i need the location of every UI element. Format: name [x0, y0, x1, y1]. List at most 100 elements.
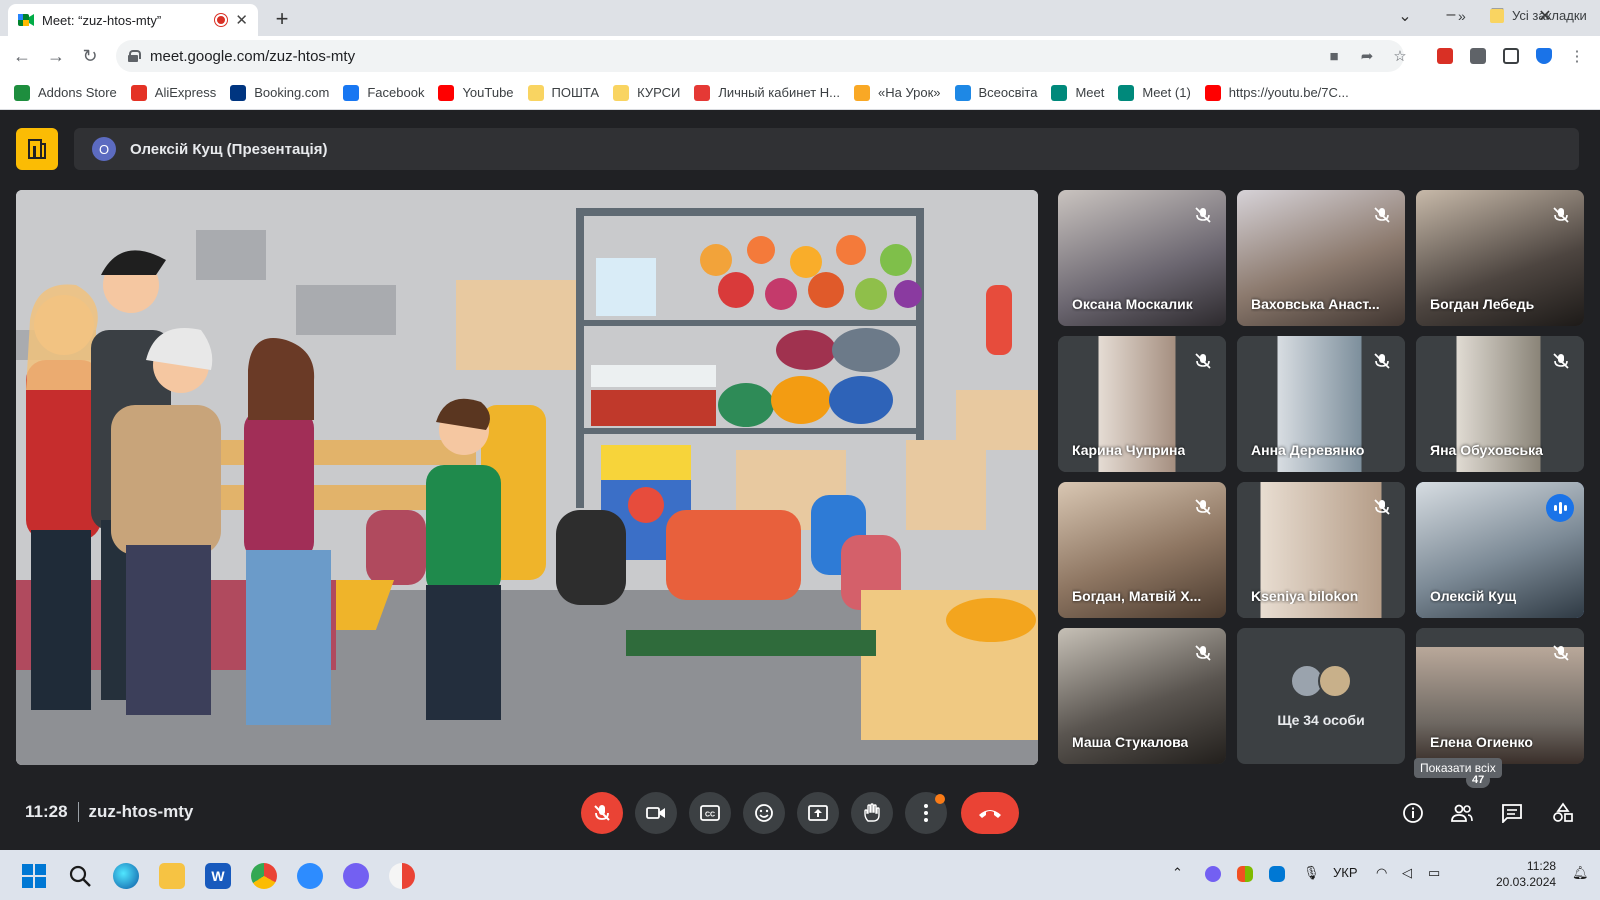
bookmark-item[interactable]: КУРСИ [613, 84, 680, 101]
snowflake-icon [954, 84, 971, 101]
bookmark-item[interactable]: Личный кабинет Н... [694, 84, 840, 101]
participant-name: Богдан, Матвій Х... [1072, 588, 1202, 604]
bell-icon [853, 84, 870, 101]
bookmark-item[interactable]: Facebook [343, 84, 424, 101]
bookmark-item[interactable]: ПОШТА [527, 84, 599, 101]
participant-name: Kseniya bilokon [1251, 588, 1359, 604]
leave-call-button[interactable] [961, 792, 1019, 834]
activities-shapes-icon [1553, 802, 1573, 822]
meeting-info: 11:28 zuz-htos-mty [25, 802, 193, 822]
close-tab-button[interactable]: ✕ [235, 11, 248, 29]
browser-tab-meet[interactable]: Meet: “zuz-htos-mty” ✕ [8, 4, 258, 36]
bookmarks-overflow-button[interactable]: » [1458, 8, 1466, 24]
address-bar[interactable]: meet.google.com/zuz-htos-mty [116, 40, 1404, 72]
edge-browser-icon[interactable] [113, 863, 139, 889]
more-options-button[interactable] [905, 792, 947, 834]
adblock-extension-icon[interactable] [1437, 48, 1453, 64]
forward-icon[interactable]: → [44, 44, 68, 68]
all-bookmarks-button[interactable]: Усі закладки [1490, 8, 1587, 23]
mic-off-icon [1374, 207, 1390, 223]
participant-tile[interactable]: Маша Стукалова [1058, 628, 1226, 764]
mic-off-icon [1195, 645, 1211, 661]
bookmark-item[interactable]: Meet [1051, 84, 1104, 101]
meeting-details-button[interactable] [1394, 794, 1432, 832]
bookmark-star-icon[interactable]: ☆ [1391, 49, 1409, 65]
camera-toggle-button[interactable] [635, 792, 677, 834]
bookmark-label: Личный кабинет Н... [718, 85, 840, 100]
bookmark-item[interactable]: AliExpress [130, 84, 216, 101]
shield-extension-icon[interactable] [1536, 48, 1552, 64]
participant-tile-active-speaker[interactable]: Олексій Кущ [1416, 482, 1584, 618]
new-tab-button[interactable]: + [270, 6, 294, 32]
present-screen-button[interactable] [797, 792, 839, 834]
bookmark-item[interactable]: Meet (1) [1118, 84, 1191, 101]
bookmark-label: https://youtu.be/7C... [1228, 85, 1349, 100]
mic-off-icon [594, 805, 610, 821]
bookmark-item[interactable]: https://youtu.be/7C... [1204, 84, 1349, 101]
tray-overflow-icon[interactable]: ⌃ [1172, 865, 1183, 881]
word-icon[interactable]: W [205, 863, 231, 889]
participant-tile[interactable]: Анна Деревянко [1237, 336, 1405, 472]
activities-button[interactable] [1544, 794, 1582, 832]
search-icon[interactable] [67, 863, 93, 889]
participant-name: Яна Обуховська [1430, 442, 1543, 458]
back-icon[interactable]: ← [10, 44, 34, 68]
wifi-icon[interactable]: ◠ [1376, 865, 1387, 881]
file-explorer-icon[interactable] [159, 863, 185, 889]
people-button[interactable] [1443, 794, 1481, 832]
closed-captions-icon: CC [700, 805, 720, 821]
screen-recorder-icon[interactable] [389, 863, 415, 889]
notifications-bell-icon[interactable]: 🔔︎ [1572, 865, 1589, 881]
participant-name: Олексій Кущ [1430, 588, 1517, 604]
meeting-time: 11:28 [25, 802, 68, 821]
volume-icon[interactable]: ◁ [1402, 865, 1412, 881]
taskbar-clock[interactable]: 11:28 20.03.2024 [1496, 858, 1556, 890]
others-avatars [1290, 664, 1352, 698]
raise-hand-button[interactable] [851, 792, 893, 834]
chrome-icon[interactable] [251, 863, 277, 889]
participant-tile[interactable]: Богдан Лебедь [1416, 190, 1584, 326]
presentation-layout-button[interactable] [16, 128, 58, 170]
participant-tile[interactable]: Ваховська Анаст... [1237, 190, 1405, 326]
tab-search-icon[interactable]: ⌄ [1390, 6, 1420, 26]
chat-button[interactable] [1493, 794, 1531, 832]
windows-start-icon[interactable] [21, 863, 47, 889]
viber-tray-icon[interactable] [1205, 866, 1221, 882]
bookmark-item[interactable]: «На Урок» [853, 84, 941, 101]
participant-tile[interactable]: Оксана Москалик [1058, 190, 1226, 326]
bookmark-item[interactable]: Всеосвіта [954, 84, 1037, 101]
microphone-toggle-button[interactable] [581, 792, 623, 834]
participant-tile[interactable]: Елена Огиенко [1416, 628, 1584, 764]
browser-menu-icon[interactable]: ⋮ [1568, 49, 1586, 65]
zoom-icon[interactable] [297, 863, 323, 889]
participant-tile[interactable]: Богдан, Матвій Х... [1058, 482, 1226, 618]
microphone-tray-icon[interactable]: 🎙 [1303, 865, 1320, 881]
side-panel-icon[interactable] [1503, 48, 1519, 64]
defender-tray-icon[interactable] [1269, 866, 1285, 882]
bookmark-item[interactable]: Booking.com [230, 84, 329, 101]
bookmark-label: Addons Store [38, 85, 117, 100]
reactions-button[interactable] [743, 792, 785, 834]
office-tray-icon[interactable] [1237, 866, 1253, 882]
language-indicator[interactable]: УКР [1333, 865, 1358, 880]
participant-name: Карина Чуприна [1072, 442, 1186, 458]
participant-tile[interactable]: Яна Обуховська [1416, 336, 1584, 472]
viber-icon[interactable] [343, 863, 369, 889]
reload-icon[interactable]: ↻ [78, 44, 102, 68]
participant-name: Ваховська Анаст... [1251, 296, 1380, 312]
battery-icon[interactable]: ▭ [1428, 865, 1440, 881]
bookmark-item[interactable]: Addons Store [14, 84, 117, 101]
bookmark-item[interactable]: YouTube [438, 84, 514, 101]
videocam-icon [646, 807, 665, 819]
url-text: meet.google.com/zuz-htos-mty [150, 47, 356, 65]
more-participants-tile[interactable]: Ще 34 особи [1237, 628, 1405, 764]
addons-store-icon [14, 84, 30, 101]
camera-in-use-icon[interactable]: ■ [1325, 49, 1343, 65]
participant-tile[interactable]: Карина Чуприна [1058, 336, 1226, 472]
captions-button[interactable]: CC [689, 792, 731, 834]
share-icon[interactable]: ➦ [1358, 49, 1376, 65]
extensions-puzzle-icon[interactable] [1470, 48, 1486, 64]
browser-toolbar: ← → ↻ meet.google.com/zuz-htos-mty ■ ➦ ☆… [0, 36, 1600, 76]
participant-tile[interactable]: Kseniya bilokon [1237, 482, 1405, 618]
youtube-icon [1204, 84, 1221, 101]
